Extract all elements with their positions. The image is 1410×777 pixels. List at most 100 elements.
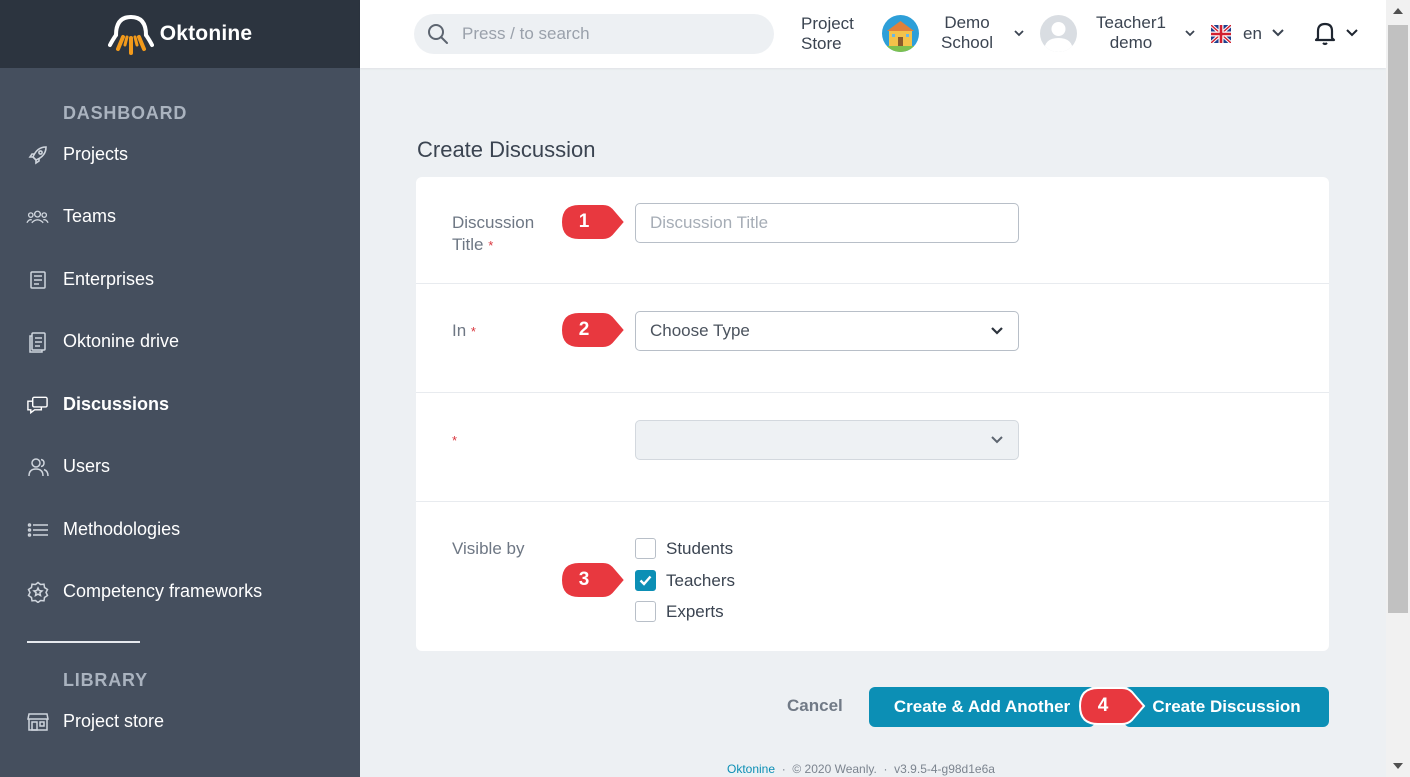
visibility-option-students[interactable]: Students <box>635 538 733 559</box>
footer-link[interactable]: Oktonine <box>727 762 775 776</box>
sidebar-item-label: Enterprises <box>63 269 155 289</box>
in-label: In * <box>452 320 476 343</box>
scroll-up-arrow-icon[interactable] <box>1391 6 1405 16</box>
required-mark: * <box>470 324 476 339</box>
experts-label: Experts <box>666 601 724 621</box>
experts-checkbox[interactable] <box>635 601 656 622</box>
drive-icon <box>26 330 49 353</box>
sidebar-item-label: Discussions <box>63 394 170 414</box>
school-switcher[interactable]: Demo School <box>941 13 993 53</box>
team-icon <box>26 205 49 228</box>
sidebar-item-label: Competency frameworks <box>63 581 263 601</box>
step-marker-3: 3 <box>559 560 627 600</box>
create-add-another-button[interactable]: Create & Add Another <box>869 687 1095 727</box>
sidebar-item-competency-frameworks[interactable]: Competency frameworks <box>26 580 262 603</box>
sidebar-item-teams[interactable]: Teams <box>26 205 116 228</box>
marker-number: 1 <box>578 211 590 232</box>
footer-separator: · <box>781 762 786 776</box>
top-bar: Project Store Demo School Teacher1 demo … <box>360 0 1386 68</box>
sidebar-item-label: Methodologies <box>63 519 181 539</box>
sidebar-item-label: Project store <box>63 711 165 731</box>
marker-number: 4 <box>1097 695 1109 716</box>
discussion-title-field[interactable] <box>635 203 1019 243</box>
create-discussion-button[interactable]: Create Discussion <box>1124 687 1329 727</box>
marker-number: 2 <box>578 319 590 340</box>
school-line2: School <box>941 33 993 52</box>
project-store-line1: Project <box>801 14 854 33</box>
search-box[interactable] <box>414 14 774 54</box>
project-store-link[interactable]: Project Store <box>801 14 854 54</box>
sidebar-item-projects[interactable]: Projects <box>26 143 128 166</box>
teachers-checkbox[interactable] <box>635 570 656 591</box>
sidebar-item-methodologies[interactable]: Methodologies <box>26 518 180 541</box>
second-select-label: * <box>452 429 457 452</box>
chevron-down-icon <box>991 436 1003 444</box>
chevron-down-icon[interactable] <box>1345 27 1359 39</box>
teachers-label: Teachers <box>666 570 735 590</box>
user-avatar[interactable] <box>1040 15 1077 52</box>
logo[interactable]: Oktonine <box>0 0 360 68</box>
search-icon <box>428 24 448 44</box>
students-checkbox[interactable] <box>635 538 656 559</box>
step-marker-4: 4 <box>1078 686 1146 726</box>
visibility-option-teachers[interactable]: Teachers <box>635 570 735 591</box>
marker-number: 3 <box>578 569 590 590</box>
search-input[interactable] <box>462 24 742 44</box>
row-divider <box>416 283 1329 284</box>
sidebar-item-label: Users <box>63 456 111 476</box>
footer: Oktonine · © 2020 Weanly. · v3.9.5-4-g98… <box>727 762 995 776</box>
footer-separator: · <box>883 762 888 776</box>
project-store-line2: Store <box>801 34 842 53</box>
bell-icon[interactable] <box>1313 20 1337 46</box>
chevron-down-icon[interactable] <box>1184 28 1196 38</box>
user-avatar-icon <box>1044 22 1073 52</box>
sidebar-item-project-store[interactable]: Project store <box>26 710 164 733</box>
sidebar: Oktonine DASHBOARD Projects Teams Enterp… <box>0 0 360 777</box>
students-label: Students <box>666 538 734 558</box>
required-mark: * <box>452 433 458 448</box>
enterprise-icon <box>26 268 49 291</box>
checkmark-icon <box>639 575 652 586</box>
list-icon <box>26 518 49 541</box>
user-surname: demo <box>1109 33 1153 52</box>
sidebar-item-users[interactable]: Users <box>26 455 110 478</box>
uk-flag-icon[interactable] <box>1211 25 1231 43</box>
required-mark: * <box>488 238 494 253</box>
school-avatar[interactable] <box>882 15 919 52</box>
page-title: Create Discussion <box>417 137 596 162</box>
step-marker-1: 1 <box>559 202 627 242</box>
sidebar-divider <box>27 641 140 643</box>
sidebar-item-label: Oktonine drive <box>63 331 180 351</box>
sidebar-item-oktonine-drive[interactable]: Oktonine drive <box>26 330 179 353</box>
target-select[interactable] <box>635 420 1019 460</box>
discussion-title-input[interactable] <box>636 204 1018 242</box>
chevron-down-icon <box>991 327 1003 335</box>
logo-text: Oktonine <box>159 22 253 45</box>
store-icon <box>26 710 49 733</box>
footer-copyright: © 2020 Weanly. <box>792 762 877 776</box>
sidebar-item-enterprises[interactable]: Enterprises <box>26 268 154 291</box>
scrollbar-thumb[interactable] <box>1388 25 1408 613</box>
type-select[interactable]: Choose Type <box>635 311 1019 351</box>
in-label-text: In <box>452 321 467 340</box>
footer-version: v3.9.5-4-g98d1e6a <box>894 762 995 776</box>
users-icon <box>26 455 49 478</box>
type-select-value: Choose Type <box>650 321 750 340</box>
row-divider <box>416 501 1329 502</box>
step-marker-2: 2 <box>559 310 627 350</box>
cancel-button[interactable]: Cancel <box>787 696 843 716</box>
sidebar-item-discussions[interactable]: Discussions <box>26 393 169 416</box>
title-label-line2: Title <box>452 235 484 254</box>
chevron-down-icon[interactable] <box>1013 28 1025 38</box>
scroll-down-arrow-icon[interactable] <box>1391 761 1405 771</box>
school-line1: Demo <box>944 13 990 32</box>
row-divider <box>416 392 1329 393</box>
language-selector[interactable]: en <box>1243 24 1262 44</box>
discussions-icon <box>26 393 49 416</box>
user-menu[interactable]: Teacher1 demo <box>1096 13 1166 53</box>
badge-icon <box>26 580 49 603</box>
visibility-option-experts[interactable]: Experts <box>635 601 724 622</box>
discussion-form: Discussion Title * In * Choose Type * Vi… <box>416 177 1329 651</box>
school-building-icon <box>882 21 919 52</box>
chevron-down-icon[interactable] <box>1271 27 1285 39</box>
